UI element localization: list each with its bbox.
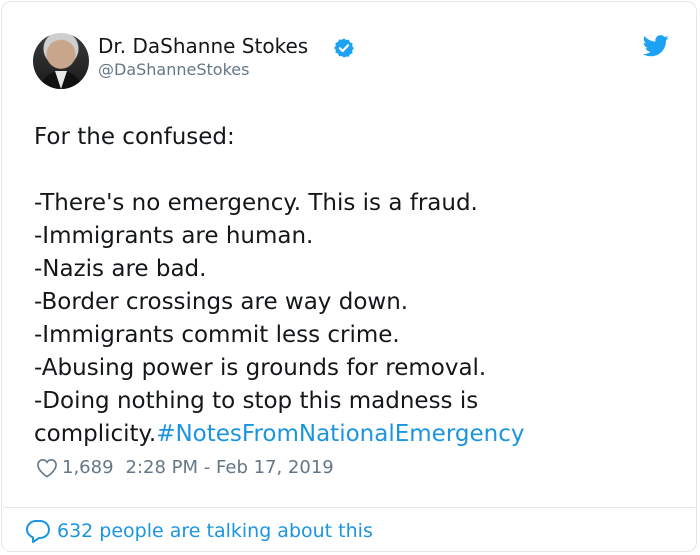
tweet-last-text: complicity. [34, 421, 157, 447]
footer-divider [3, 507, 695, 508]
author-display-name[interactable]: Dr. DaShanne Stokes [98, 34, 308, 58]
hashtag-link[interactable]: #NotesFromNationalEmergency [156, 421, 524, 447]
tweet-card: Dr. DaShanne Stokes @DaShanneStokes For … [1, 1, 697, 552]
tweet-line: -Immigrants are human. [34, 223, 314, 249]
tweet-timestamp[interactable]: 2:28 PM - Feb 17, 2019 [126, 457, 334, 478]
twitter-bird-icon[interactable] [643, 35, 669, 57]
conversation-link[interactable]: 632 people are talking about this [25, 518, 373, 544]
tweet-line: -Doing nothing to stop this madness is [34, 388, 479, 414]
talking-text: 632 people are talking about this [57, 520, 373, 542]
tweet-line: For the confused: [34, 124, 235, 150]
author-avatar[interactable] [33, 33, 89, 89]
tweet-line: -There's no emergency. This is a fraud. [34, 190, 478, 216]
tweet-line: -Border crossings are way down. [34, 289, 409, 315]
tweet-line: -Nazis are bad. [34, 256, 207, 282]
verified-badge-icon [334, 38, 354, 58]
tweet-line: -Abusing power is grounds for removal. [34, 355, 487, 381]
tweet-last-line: complicity.#NotesFromNationalEmergency [34, 418, 674, 451]
tweet-line: -Immigrants commit less crime. [34, 322, 400, 348]
like-count[interactable]: 1,689 [62, 457, 114, 478]
author-handle[interactable]: @DaShanneStokes [98, 60, 249, 79]
tweet-meta: 1,689 2:28 PM - Feb 17, 2019 [36, 457, 334, 478]
reply-bubble-icon [26, 520, 50, 543]
heart-icon[interactable] [36, 458, 58, 478]
tweet-body: For the confused: -There's no emergency.… [34, 121, 674, 451]
